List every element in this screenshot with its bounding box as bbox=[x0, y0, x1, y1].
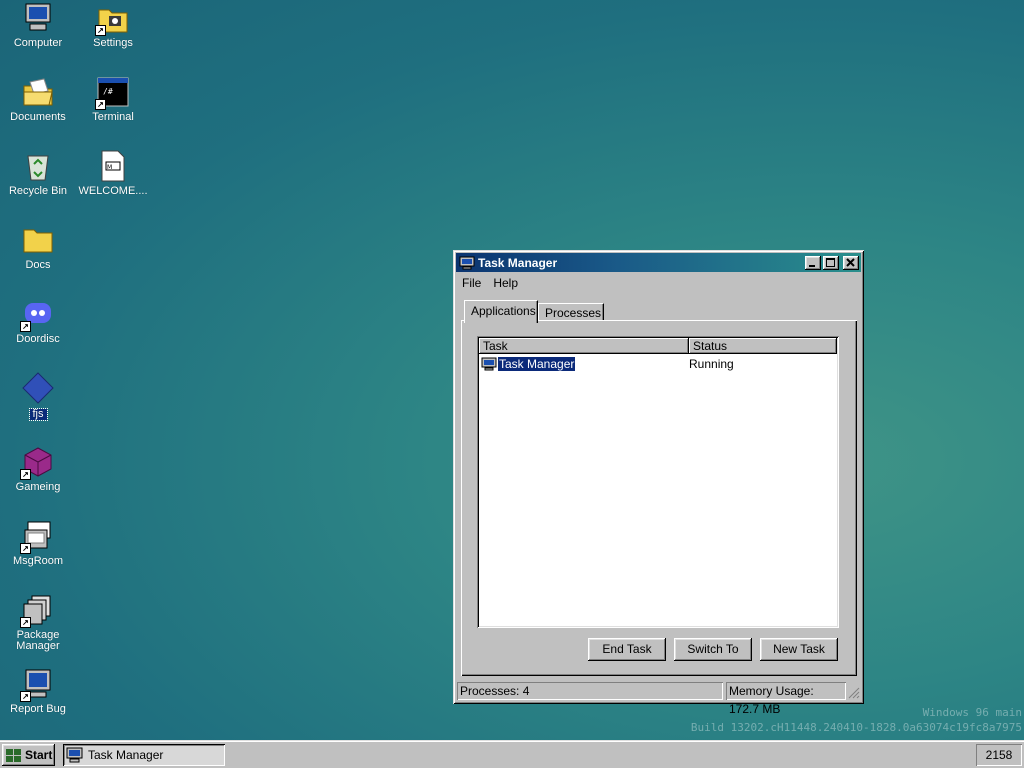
task-name: Task Manager bbox=[496, 356, 577, 372]
shortcut-arrow-icon: ↗ bbox=[20, 543, 31, 554]
start-label: Start bbox=[25, 748, 53, 762]
desktop-icon-docs[interactable]: Docs bbox=[0, 224, 76, 271]
shortcut-arrow-icon: ↗ bbox=[95, 25, 106, 36]
desktop-icon-report-bug[interactable]: ↗ Report Bug bbox=[0, 668, 76, 715]
task-list-header: Task Status bbox=[479, 338, 837, 354]
close-icon bbox=[846, 257, 855, 267]
computer-icon bbox=[22, 2, 54, 34]
desktop-icon-label: Package Manager bbox=[16, 629, 60, 652]
settings-icon: ↗ bbox=[95, 2, 129, 36]
desktop-icon-recycle-bin[interactable]: Recycle Bin bbox=[0, 150, 76, 197]
maximize-icon bbox=[826, 257, 835, 267]
column-header-task[interactable]: Task bbox=[479, 338, 689, 354]
task-manager-icon bbox=[66, 747, 83, 763]
shortcut-arrow-icon: ↗ bbox=[20, 691, 31, 702]
task-manager-icon bbox=[459, 256, 475, 270]
applications-panel: Task Status Task Manager Running End Tas… bbox=[461, 320, 857, 676]
diamond-icon bbox=[22, 372, 54, 404]
desktop-icon-settings[interactable]: ↗ Settings bbox=[75, 2, 151, 49]
switch-to-button[interactable]: Switch To bbox=[674, 638, 752, 661]
desktop-icon-label: Settings bbox=[93, 37, 133, 49]
recycle-bin-icon bbox=[22, 150, 54, 182]
desktop-icon-label: Gameing bbox=[15, 481, 61, 493]
task-manager-window: Task Manager File Help Applications Proc… bbox=[453, 250, 864, 716]
resize-grip-icon[interactable] bbox=[846, 682, 860, 700]
desktop-icon-package-manager[interactable]: ↗ Package Manager bbox=[0, 594, 76, 652]
desktop-icon-computer[interactable]: Computer bbox=[0, 2, 76, 49]
shortcut-arrow-icon: ↗ bbox=[95, 99, 106, 110]
taskbar-button-task-manager[interactable]: Task Manager bbox=[63, 744, 225, 766]
menu-bar: File Help bbox=[456, 273, 861, 293]
cube-icon: ↗ bbox=[20, 446, 54, 480]
task-row[interactable]: Task Manager Running bbox=[481, 356, 835, 372]
shortcut-arrow-icon: ↗ bbox=[20, 321, 31, 332]
build-watermark-line2: Build 13202.cH11448.240410-1828.0a63074c… bbox=[690, 721, 1022, 734]
desktop-icon-label: fjs bbox=[28, 408, 48, 421]
desktop-icon-welcome[interactable]: M WELCOME.... bbox=[75, 150, 151, 197]
end-task-button[interactable]: End Task bbox=[588, 638, 666, 661]
taskbar: Start Task Manager 2158 bbox=[0, 740, 1024, 768]
desktop-icon-label: Docs bbox=[25, 259, 51, 271]
build-watermark-line1: Windows 96 main bbox=[922, 706, 1022, 719]
desktop-icon-label: Terminal bbox=[92, 111, 134, 123]
desktop-icon-terminal[interactable]: /# ↗ Terminal bbox=[75, 76, 151, 123]
menu-help[interactable]: Help bbox=[487, 276, 524, 290]
folder-open-icon bbox=[22, 76, 54, 108]
svg-text:/#: /# bbox=[103, 87, 113, 96]
task-cell: Task Manager bbox=[481, 356, 689, 372]
desktop-icon-label: Report Bug bbox=[10, 703, 66, 715]
folder-icon bbox=[22, 224, 54, 256]
tab-applications[interactable]: Applications bbox=[464, 300, 538, 323]
package-icon: ↗ bbox=[20, 594, 54, 628]
desktop-icon-fjs[interactable]: fjs bbox=[0, 372, 76, 421]
minimize-icon bbox=[809, 264, 815, 267]
start-button[interactable]: Start bbox=[2, 744, 55, 766]
task-status: Running bbox=[689, 357, 734, 371]
desktop-icon-label: Doordisc bbox=[16, 333, 60, 345]
maximize-button[interactable] bbox=[823, 255, 839, 270]
task-list[interactable]: Task Status Task Manager Running bbox=[477, 336, 839, 628]
desktop-icon-label: WELCOME.... bbox=[78, 185, 148, 197]
column-header-status[interactable]: Status bbox=[689, 338, 837, 354]
terminal-icon: /# ↗ bbox=[95, 76, 129, 110]
window-titlebar[interactable]: Task Manager bbox=[456, 253, 861, 272]
start-logo-icon bbox=[6, 749, 21, 762]
doordisc-icon: ↗ bbox=[20, 298, 54, 332]
report-bug-icon: ↗ bbox=[20, 668, 54, 702]
desktop-icon-gameing[interactable]: ↗ Gameing bbox=[0, 446, 76, 493]
svg-text:M: M bbox=[107, 164, 112, 171]
system-tray-clock[interactable]: 2158 bbox=[976, 744, 1022, 766]
new-task-button[interactable]: New Task bbox=[760, 638, 838, 661]
msgroom-icon: ↗ bbox=[20, 520, 54, 554]
window-title: Task Manager bbox=[478, 255, 558, 270]
shortcut-arrow-icon: ↗ bbox=[20, 617, 31, 628]
desktop-icon-label: Documents bbox=[10, 111, 66, 123]
taskbar-button-label: Task Manager bbox=[88, 748, 164, 762]
minimize-button[interactable] bbox=[805, 255, 821, 270]
shortcut-arrow-icon: ↗ bbox=[20, 469, 31, 480]
desktop-icon-doordisc[interactable]: ↗ Doordisc bbox=[0, 298, 76, 345]
status-processes: Processes: 4 bbox=[457, 682, 723, 700]
markdown-file-icon: M bbox=[97, 150, 129, 182]
status-memory: Memory Usage: 172.7 MB bbox=[726, 682, 846, 716]
desktop-icon-msgroom[interactable]: ↗ MsgRoom bbox=[0, 520, 76, 567]
task-manager-icon bbox=[481, 357, 497, 371]
desktop-icon-label: MsgRoom bbox=[12, 555, 64, 567]
status-bar: Processes: 4 Memory Usage: 172.7 MB bbox=[457, 682, 860, 716]
desktop-icon-documents[interactable]: Documents bbox=[0, 76, 76, 123]
close-button[interactable] bbox=[843, 255, 859, 270]
menu-file[interactable]: File bbox=[456, 276, 487, 290]
desktop-icon-label: Computer bbox=[13, 37, 63, 49]
desktop-icon-label: Recycle Bin bbox=[8, 185, 68, 197]
